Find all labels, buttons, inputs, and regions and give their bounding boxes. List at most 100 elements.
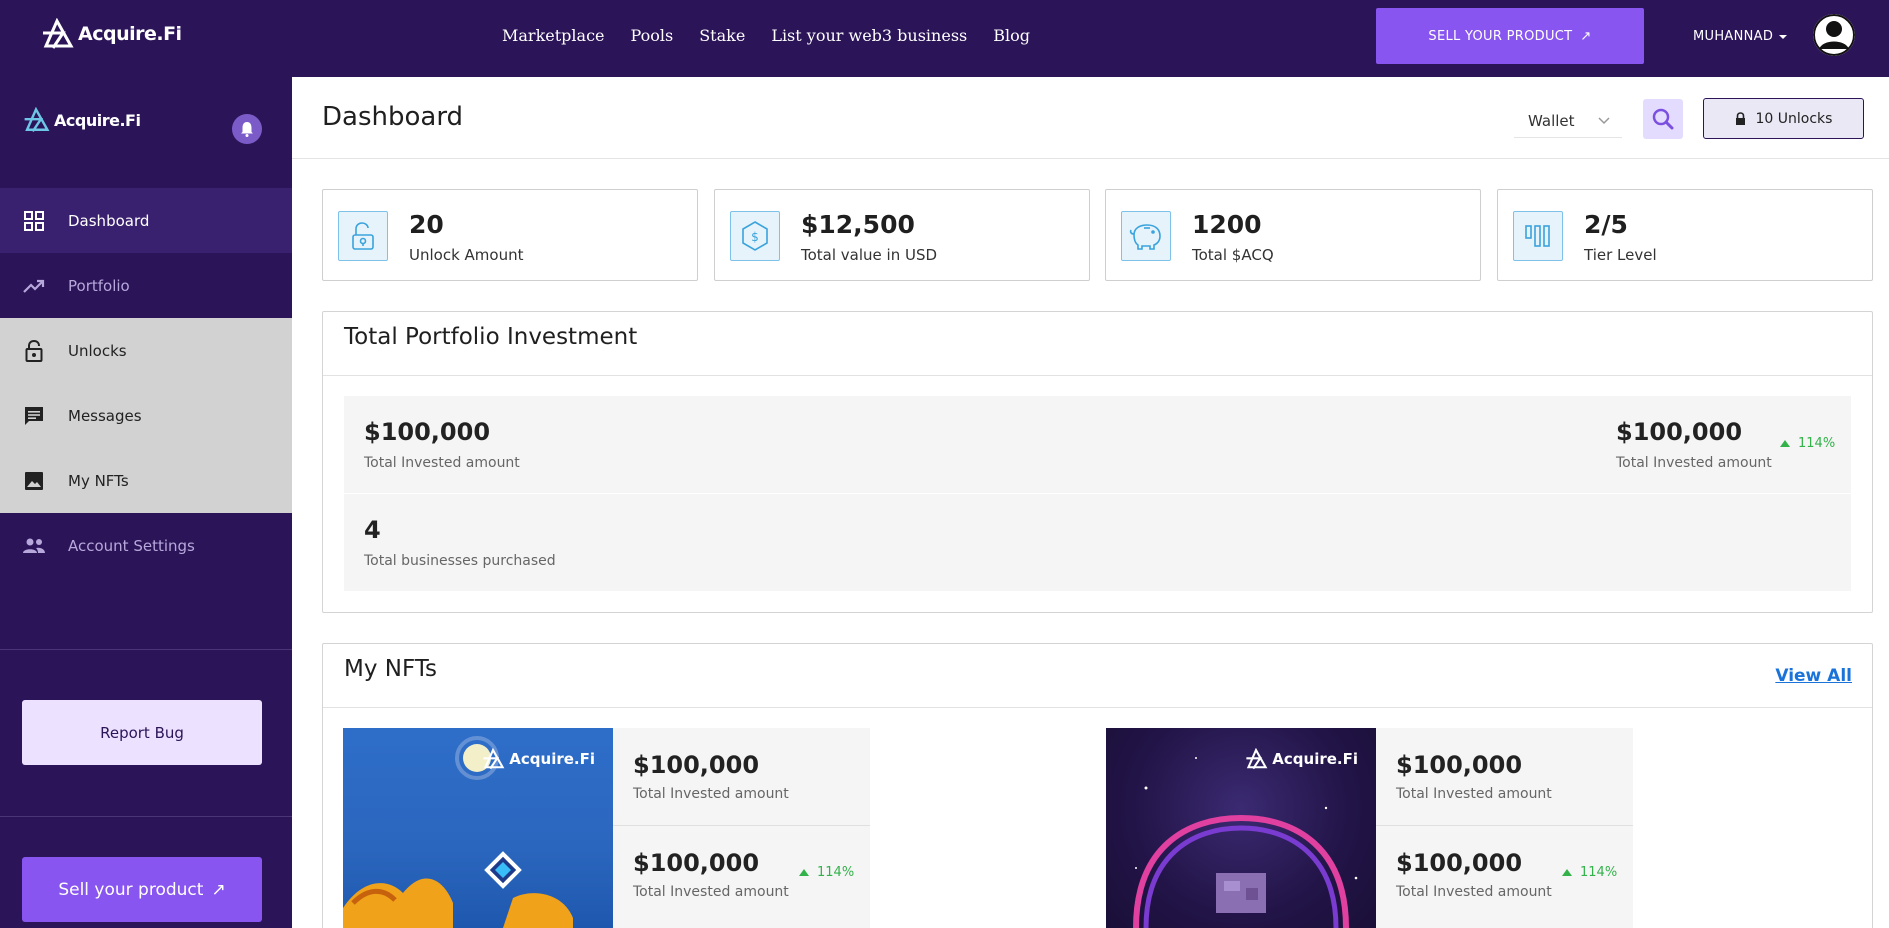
top-navbar: Acquire.Fi Marketplace Pools Stake List … <box>0 0 1889 77</box>
lock-icon <box>1735 112 1745 125</box>
logo-icon <box>24 107 50 133</box>
change-value: 114% <box>1798 436 1836 451</box>
brand-name: Acquire.Fi <box>78 23 182 45</box>
nft-invested-label: Total Invested amount <box>633 786 789 802</box>
stat-value: 20 <box>409 210 444 239</box>
change-indicator: 114% <box>1780 436 1835 451</box>
user-menu[interactable]: MUHANNAD <box>1693 29 1788 44</box>
nft-brand: Acquire.Fi <box>481 748 595 770</box>
sidebar-item-label: Messages <box>68 406 142 425</box>
nav-link-blog[interactable]: Blog <box>993 26 1030 45</box>
sidebar-item-my-nfts[interactable]: My NFTs <box>0 448 292 513</box>
nft-card[interactable]: Acquire.Fi $100,000 Total Invested amoun… <box>1106 728 1633 928</box>
nft-brand-name: Acquire.Fi <box>1272 750 1358 768</box>
dollar-hex-icon: $ <box>730 211 780 261</box>
unlocks-button[interactable]: 10 Unlocks <box>1703 98 1864 139</box>
sidebar-item-label: Dashboard <box>68 211 150 230</box>
nft-image[interactable]: Acquire.Fi <box>343 728 613 928</box>
panel-divider <box>323 707 1872 708</box>
sidebar: Acquire.Fi Dashboard Portfolio Unlocks M… <box>0 77 292 928</box>
nft-image[interactable]: Acquire.Fi <box>1106 728 1376 928</box>
avatar[interactable] <box>1813 14 1855 56</box>
my-nfts-title: My NFTs <box>344 656 438 682</box>
nav-link-stake[interactable]: Stake <box>699 26 745 45</box>
unlock-icon <box>338 211 388 261</box>
sell-button-label: SELL YOUR PRODUCT <box>1428 28 1573 44</box>
nft-invested-value: $100,000 <box>633 849 760 877</box>
wallet-select-value: Wallet <box>1528 111 1575 130</box>
search-button[interactable] <box>1643 99 1683 139</box>
nft-info-divider <box>1376 825 1633 826</box>
stat-card-total-value-usd: $ $12,500 Total value in USD <box>714 189 1090 281</box>
stat-value: $12,500 <box>801 210 915 239</box>
sidebar-brand-name: Acquire.Fi <box>54 110 141 130</box>
arrow-up-icon <box>1562 869 1572 876</box>
sidebar-item-label: Unlocks <box>68 341 127 360</box>
user-avatar-icon <box>1813 14 1855 56</box>
stat-value: 2/5 <box>1584 210 1628 239</box>
sidebar-nav: Dashboard Portfolio Unlocks Messages My … <box>0 188 292 578</box>
logo-icon <box>1246 748 1268 770</box>
nft-invested-label: Total Invested amount <box>1396 786 1552 802</box>
top-logo[interactable]: Acquire.Fi <box>40 18 182 50</box>
invested-value-right: $100,000 <box>1616 418 1743 446</box>
sidebar-sell-product-button[interactable]: Sell your product ↗ <box>22 857 262 922</box>
nft-invested-value: $100,000 <box>633 751 760 779</box>
businesses-value: 4 <box>364 516 381 544</box>
portfolio-title: Total Portfolio Investment <box>344 324 638 350</box>
nft-info: $100,000 Total Invested amount $100,000 … <box>1376 728 1633 928</box>
nft-card[interactable]: Acquire.Fi $100,000 Total Invested amoun… <box>343 728 870 928</box>
invested-row: $100,000 Total Invested amount $100,000 … <box>344 396 1851 493</box>
caret-down-icon <box>1779 34 1788 39</box>
people-icon <box>22 534 46 558</box>
nft-brand-name: Acquire.Fi <box>509 750 595 768</box>
businesses-row: 4 Total businesses purchased <box>344 494 1851 591</box>
sidebar-item-portfolio[interactable]: Portfolio <box>0 253 292 318</box>
arrow-up-icon <box>799 869 809 876</box>
stat-card-total-acq: 1200 Total $ACQ <box>1105 189 1481 281</box>
stat-value: 1200 <box>1192 210 1262 239</box>
change-indicator: 114% <box>1562 865 1617 880</box>
tier-bars-icon <box>1513 211 1563 261</box>
image-icon <box>22 469 46 493</box>
sidebar-item-messages[interactable]: Messages <box>0 383 292 448</box>
user-name: MUHANNAD <box>1693 29 1774 44</box>
stat-label: Total value in USD <box>801 246 938 264</box>
report-bug-button[interactable]: Report Bug <box>22 700 262 765</box>
nft-info: $100,000 Total Invested amount $100,000 … <box>613 728 870 928</box>
sidebar-divider <box>0 816 292 817</box>
search-icon <box>1652 108 1674 130</box>
sidebar-item-account-settings[interactable]: Account Settings <box>0 513 292 578</box>
change-value: 114% <box>817 865 855 880</box>
nft-invested-value: $100,000 <box>1396 849 1523 877</box>
arrow-up-icon <box>1780 440 1790 447</box>
header-divider <box>292 158 1889 159</box>
sidebar-item-label: My NFTs <box>68 471 129 490</box>
stat-label: Total $ACQ <box>1192 246 1274 264</box>
nav-link-pools[interactable]: Pools <box>631 26 674 45</box>
wallet-select[interactable]: Wallet <box>1514 104 1622 138</box>
sidebar-sell-label: Sell your product <box>58 879 204 900</box>
invested-label: Total Invested amount <box>364 455 520 471</box>
notifications-button[interactable] <box>232 114 262 144</box>
sidebar-item-unlocks[interactable]: Unlocks <box>0 318 292 383</box>
top-nav-links: Marketplace Pools Stake List your web3 b… <box>502 26 1056 45</box>
nft-brand: Acquire.Fi <box>1244 748 1358 770</box>
portfolio-panel: Total Portfolio Investment $100,000 Tota… <box>322 311 1873 613</box>
invested-value: $100,000 <box>364 418 491 446</box>
change-value: 114% <box>1580 865 1618 880</box>
nav-link-marketplace[interactable]: Marketplace <box>502 26 605 45</box>
nav-link-list-business[interactable]: List your web3 business <box>771 26 967 45</box>
grid-icon <box>22 209 46 233</box>
nft-invested-label: Total Invested amount <box>1396 884 1552 900</box>
chevron-down-icon <box>1598 116 1610 124</box>
sidebar-item-dashboard[interactable]: Dashboard <box>0 188 292 253</box>
trending-up-icon <box>22 274 46 298</box>
lock-icon <box>22 339 46 363</box>
nft-info-divider <box>613 825 870 826</box>
stat-card-tier-level: 2/5 Tier Level <box>1497 189 1873 281</box>
sell-your-product-button[interactable]: SELL YOUR PRODUCT ↗ <box>1376 8 1644 64</box>
sidebar-divider <box>0 649 292 650</box>
view-all-link[interactable]: View All <box>1775 666 1852 686</box>
sidebar-logo[interactable]: Acquire.Fi <box>22 107 141 133</box>
